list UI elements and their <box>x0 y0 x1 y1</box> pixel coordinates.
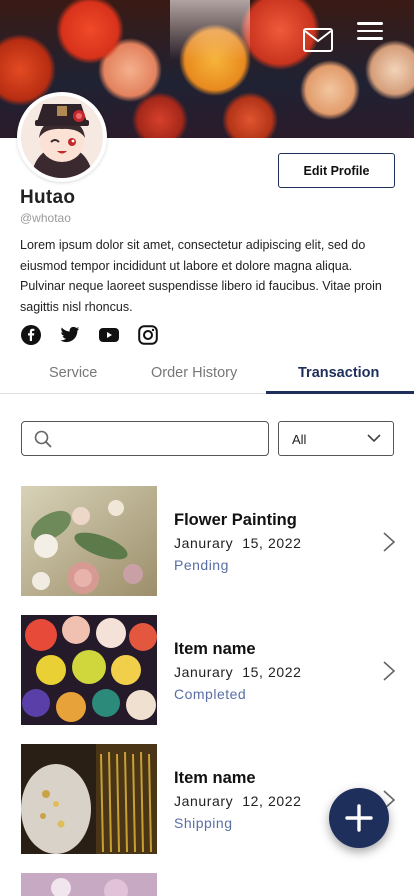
mail-icon[interactable] <box>303 28 333 52</box>
transaction-status: Completed <box>174 686 247 702</box>
transaction-status: Pending <box>174 557 229 573</box>
search-input[interactable] <box>62 426 262 451</box>
profile-name: Hutao <box>20 187 76 208</box>
transaction-date: Janurary 12, 2022 <box>174 793 302 809</box>
chevron-down-icon <box>367 434 381 443</box>
instagram-icon[interactable] <box>137 324 158 345</box>
transaction-item-2[interactable]: Item name Janurary 15, 2022 Completed <box>0 615 414 725</box>
profile-bio: Lorem ipsum dolor sit amet, consectetur … <box>20 238 382 314</box>
transaction-thumbnail <box>21 615 157 725</box>
transaction-status: Shipping <box>174 815 233 831</box>
status-filter-select[interactable]: All <box>278 421 394 456</box>
transaction-item-4[interactable] <box>0 873 414 896</box>
menu-icon[interactable] <box>357 22 383 42</box>
cover-glow <box>170 0 250 60</box>
search-box[interactable] <box>21 421 269 456</box>
social-links <box>20 324 158 345</box>
chevron-right-icon <box>383 661 396 681</box>
transaction-thumbnail <box>21 486 157 596</box>
profile-handle: @whotao <box>20 211 71 225</box>
transaction-item-1[interactable]: Flower Painting Janurary 15, 2022 Pendin… <box>0 486 414 596</box>
status-filter-value: All <box>292 432 307 447</box>
transaction-title: Item name <box>174 640 256 658</box>
avatar-illustration <box>21 96 103 178</box>
chevron-right-icon <box>383 532 396 552</box>
tab-order-history[interactable]: Order History <box>151 365 237 381</box>
plus-icon <box>345 804 373 832</box>
search-icon <box>34 430 52 448</box>
twitter-icon[interactable] <box>59 324 80 345</box>
avatar[interactable] <box>17 92 107 182</box>
transaction-thumbnail <box>21 873 157 896</box>
youtube-icon[interactable] <box>98 324 119 345</box>
transaction-date: Janurary 15, 2022 <box>174 535 302 551</box>
transaction-date: Janurary 15, 2022 <box>174 664 302 680</box>
transaction-thumbnail <box>21 744 157 854</box>
transaction-title: Item name <box>174 769 256 787</box>
facebook-icon[interactable] <box>20 324 41 345</box>
profile-tabs: Service Order History Transaction <box>0 360 414 394</box>
transaction-title: Flower Painting <box>174 511 297 529</box>
edit-profile-button[interactable]: Edit Profile <box>278 153 395 188</box>
tab-transaction[interactable]: Transaction <box>298 365 379 381</box>
tab-service[interactable]: Service <box>49 365 97 381</box>
active-tab-indicator <box>266 391 414 394</box>
add-button[interactable] <box>329 788 389 848</box>
